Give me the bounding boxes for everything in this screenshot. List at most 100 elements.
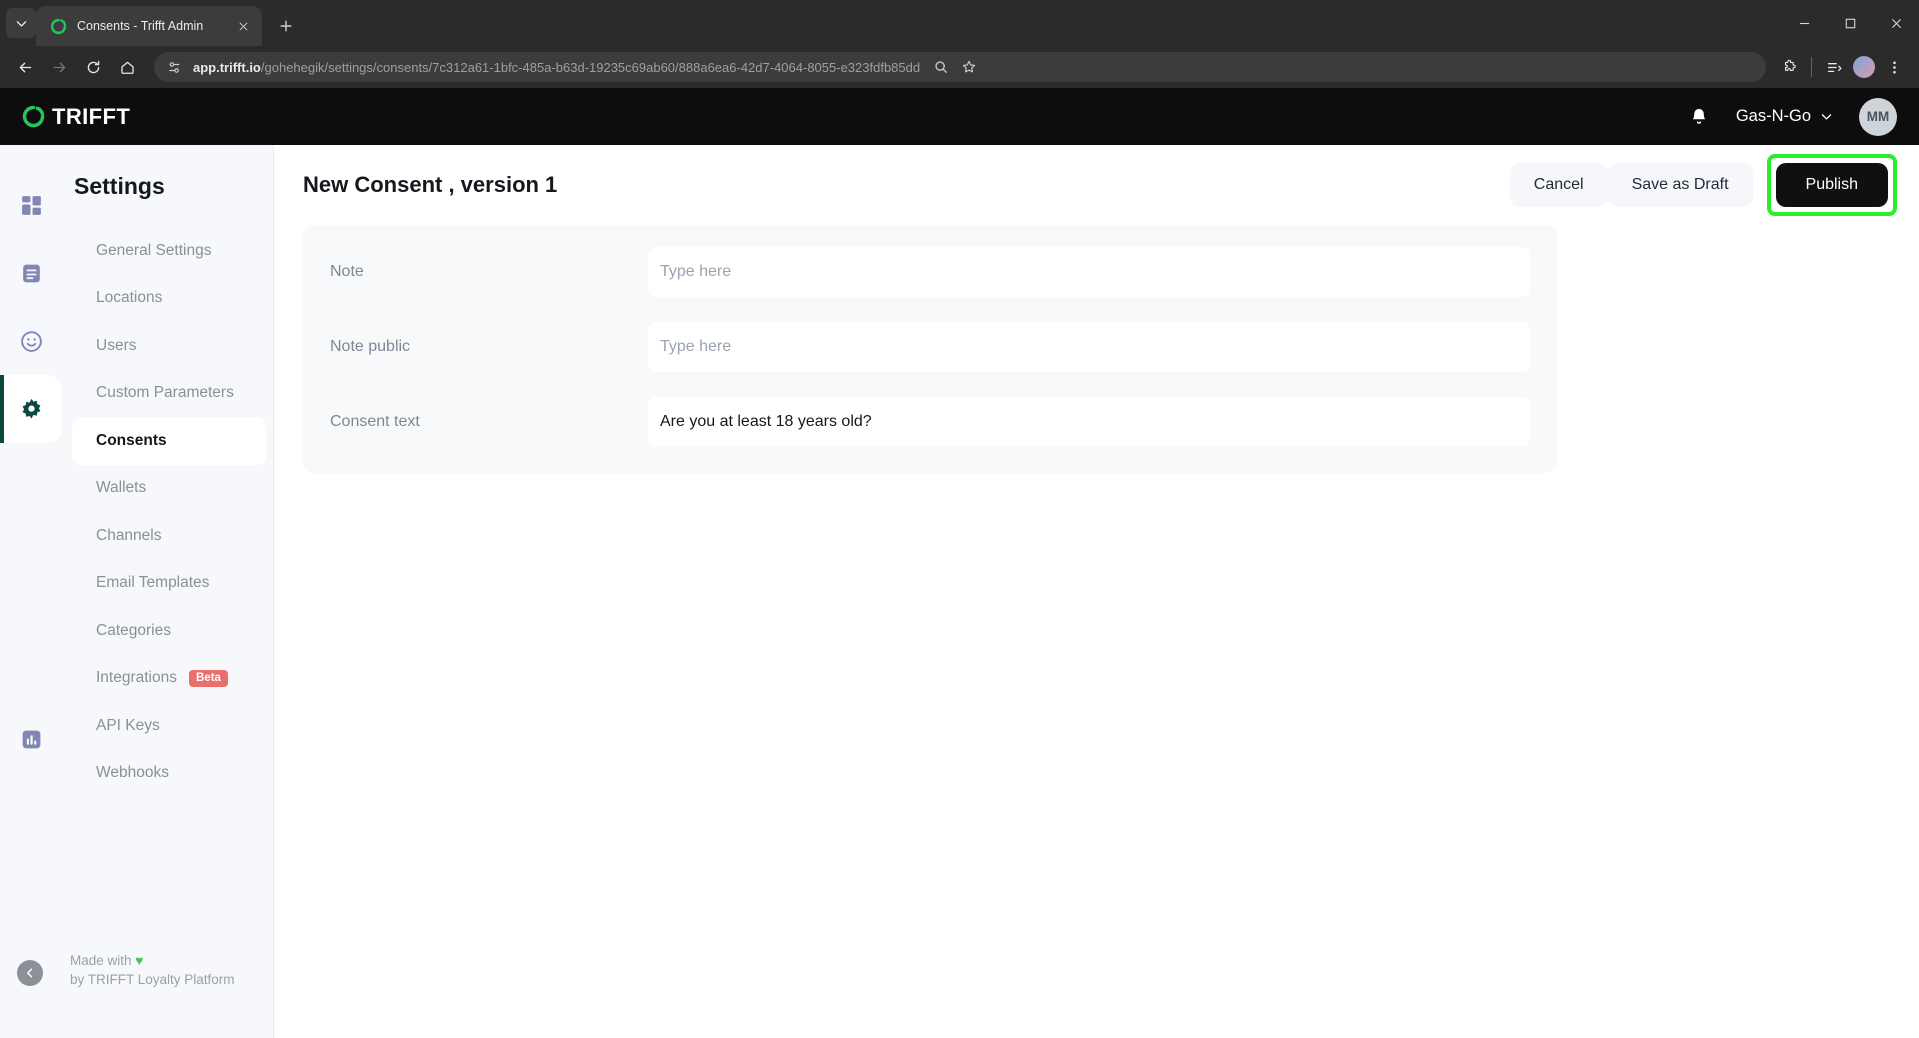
organization-selector[interactable]: Gas-N-Go <box>1736 107 1833 126</box>
zoom-icon[interactable] <box>928 54 954 80</box>
form-row-consent-text: Consent text Are you at least 18 years o… <box>303 397 1557 447</box>
profile-avatar-icon <box>1853 56 1875 78</box>
url-domain: app.trifft.io <box>193 59 261 75</box>
magnifier-icon <box>935 61 948 73</box>
user-avatar[interactable]: MM <box>1859 97 1897 136</box>
plus-icon <box>280 20 292 32</box>
note-public-input[interactable]: Type here <box>648 322 1530 372</box>
home-button[interactable] <box>112 52 142 82</box>
sidebar-item-users[interactable]: Users <box>72 322 266 370</box>
page-settings-icon[interactable] <box>166 59 183 76</box>
page-header: New Consent , version 1 Cancel Save as D… <box>303 145 1919 225</box>
toolbar-divider <box>1811 57 1812 77</box>
home-icon <box>120 61 134 74</box>
rail-item-customers[interactable] <box>0 307 62 375</box>
sidebar-icon-rail-bottom <box>0 705 62 773</box>
user-initials: MM <box>1866 109 1890 124</box>
sidebar-title: Settings <box>74 173 165 199</box>
profile-button[interactable] <box>1849 52 1879 82</box>
browser-tab[interactable]: Consents - Trifft Admin <box>36 6 262 46</box>
sidebar-item-consents[interactable]: Consents <box>72 417 266 465</box>
sidebar-item-label: Custom Parameters <box>96 384 234 402</box>
chevron-left-icon <box>27 968 33 978</box>
bar-chart-icon <box>18 726 44 752</box>
sidebar-item-wallets[interactable]: Wallets <box>72 465 266 513</box>
page-actions: Cancel Save as Draft Publish <box>1509 154 1919 216</box>
form-row-note-public: Note public Type here <box>303 322 1557 372</box>
publish-button-highlight: Publish <box>1766 154 1897 216</box>
browser-toolbar: app.trifft.io/gohehegik/settings/consent… <box>0 46 1919 88</box>
page-title: New Consent , version 1 <box>303 172 558 197</box>
bell-icon[interactable] <box>1688 106 1710 128</box>
rail-item-reports[interactable] <box>0 705 62 773</box>
sidebar-item-categories[interactable]: Categories <box>72 607 266 655</box>
document-icon <box>18 260 44 286</box>
app-header-actions: Gas-N-Go MM <box>1688 97 1897 136</box>
tab-strip: Consents - Trifft Admin <box>0 0 1919 46</box>
consent-text-input[interactable]: Are you at least 18 years old? <box>648 397 1530 447</box>
trifft-circle-icon <box>50 18 67 34</box>
split-screen-button[interactable] <box>1819 52 1849 82</box>
rail-item-settings[interactable] <box>0 375 62 443</box>
arrow-right-icon <box>53 62 65 72</box>
sidebar-item-api-keys[interactable]: API Keys <box>72 702 266 750</box>
sidebar-item-integrations[interactable]: Integrations Beta <box>72 655 266 703</box>
sidebar: Settings General Settings Locations User… <box>0 145 274 1038</box>
sidebar-collapse-button[interactable] <box>17 960 43 986</box>
omnibox-actions <box>928 54 982 80</box>
sidebar-item-label: Wallets <box>96 479 147 497</box>
close-icon <box>239 22 247 30</box>
address-bar[interactable]: app.trifft.io/gohehegik/settings/consent… <box>154 52 1766 82</box>
app-screen: Consents - Trifft Admin app.trifft.io/go… <box>0 0 1919 1038</box>
tab-title: Consents - Trifft Admin <box>77 19 204 33</box>
sidebar-footer: Made with ♥ by TRIFFT Loyalty Platform <box>0 948 274 1012</box>
sidebar-item-webhooks[interactable]: Webhooks <box>72 750 266 798</box>
chevron-down-icon <box>1821 114 1832 120</box>
url-path: /gohehegik/settings/consents/7c312a61-1b… <box>260 59 921 75</box>
extensions-button[interactable] <box>1774 52 1804 82</box>
window-maximize-button[interactable] <box>1827 0 1873 46</box>
sidebar-item-label: General Settings <box>96 241 212 259</box>
tab-close-button[interactable] <box>232 15 254 37</box>
three-dot-menu-icon <box>1892 60 1896 74</box>
trifft-circle-icon <box>22 105 45 128</box>
forward-button[interactable] <box>44 52 74 82</box>
sidebar-item-email-templates[interactable]: Email Templates <box>72 560 266 608</box>
made-with-prefix: Made with <box>70 953 136 968</box>
save-as-draft-button[interactable]: Save as Draft <box>1607 163 1753 207</box>
gear-icon <box>18 396 44 422</box>
cancel-button[interactable]: Cancel <box>1509 163 1608 207</box>
note-input[interactable]: Type here <box>648 247 1530 297</box>
app-logo[interactable]: TRIFFT <box>22 104 130 130</box>
app-logo-text: TRIFFT <box>52 103 131 129</box>
sidebar-item-custom-parameters[interactable]: Custom Parameters <box>72 370 266 418</box>
sidebar-item-channels[interactable]: Channels <box>72 512 266 560</box>
new-tab-button[interactable] <box>272 12 300 40</box>
bookmark-star-button[interactable] <box>956 54 982 80</box>
back-button[interactable] <box>10 52 40 82</box>
made-with-line2: by TRIFFT Loyalty Platform <box>70 972 235 987</box>
form-row-note: Note Type here <box>303 247 1557 297</box>
form-label: Consent text <box>330 413 420 430</box>
sidebar-item-label: Email Templates <box>96 574 210 592</box>
close-icon <box>1891 18 1901 28</box>
browser-chrome: Consents - Trifft Admin app.trifft.io/go… <box>0 0 1919 88</box>
window-minimize-button[interactable] <box>1781 0 1827 46</box>
publish-button[interactable]: Publish <box>1775 163 1888 207</box>
made-with-credit: Made with ♥ by TRIFFT Loyalty Platform <box>70 951 235 989</box>
sidebar-item-label: Webhooks <box>96 764 169 782</box>
puzzle-icon <box>1784 59 1796 71</box>
window-close-button[interactable] <box>1873 0 1919 46</box>
consent-form-card: Note Type here Note public Type here Con… <box>303 225 1557 473</box>
main-content: New Consent , version 1 Cancel Save as D… <box>274 145 1919 1038</box>
sidebar-item-general-settings[interactable]: General Settings <box>72 227 266 275</box>
sidebar-item-locations[interactable]: Locations <box>72 275 266 323</box>
rail-item-content[interactable] <box>0 239 62 307</box>
tab-search-button[interactable] <box>6 8 36 38</box>
status-badge: Beta <box>189 670 228 687</box>
reload-button[interactable] <box>78 52 108 82</box>
rail-item-dashboard[interactable] <box>0 171 62 239</box>
sidebar-item-label: Users <box>96 336 137 354</box>
browser-menu-button[interactable] <box>1879 52 1909 82</box>
heart-icon: ♥ <box>135 953 144 968</box>
